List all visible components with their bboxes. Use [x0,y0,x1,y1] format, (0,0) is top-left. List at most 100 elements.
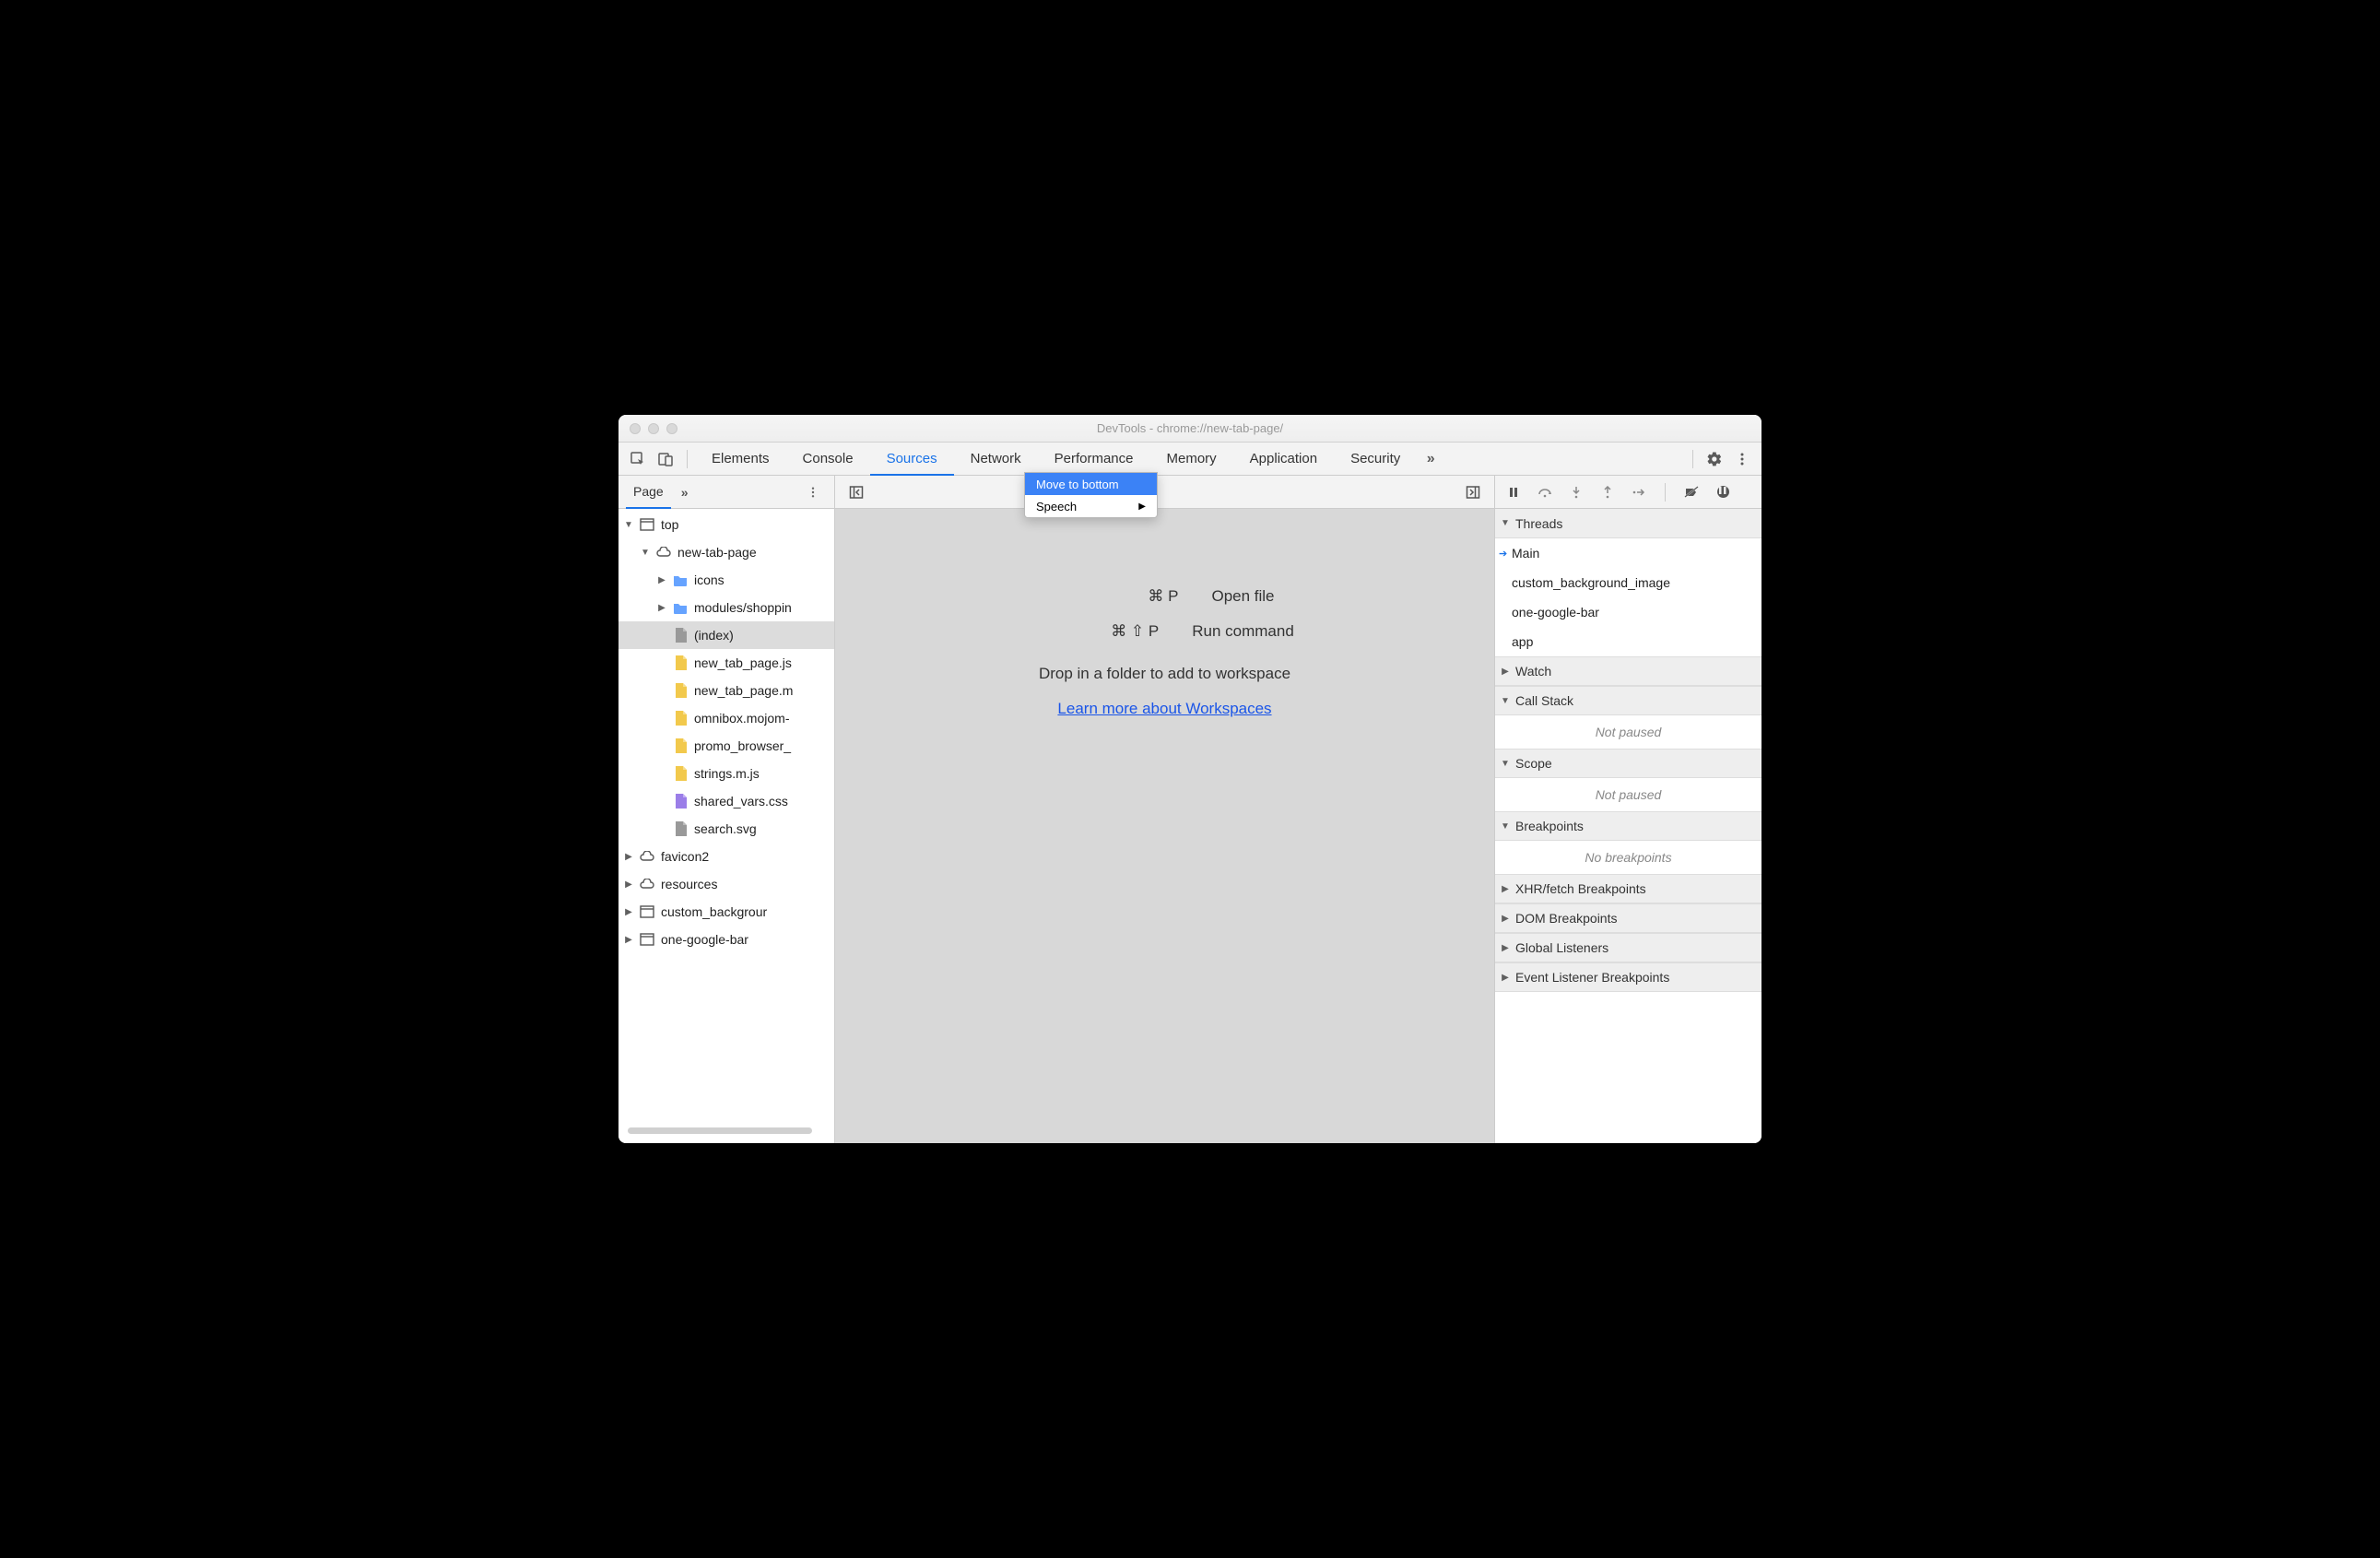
section-placeholder: Not paused [1495,778,1761,811]
gear-icon[interactable] [1701,445,1728,473]
tree-item[interactable]: ▼top [619,511,834,538]
section-label: Scope [1515,756,1552,771]
section-body: Not paused [1495,715,1761,749]
editor-toolbar [835,476,1494,509]
doc-yellow-icon [672,710,689,726]
tab-console[interactable]: Console [786,443,870,476]
tree-item-label: one-google-bar [661,932,748,947]
editor-panel: ⌘ P Open file ⌘ ⇧ P Run command Drop in … [835,476,1494,1143]
menu-move-to-bottom[interactable]: Move to bottom [1025,473,1157,495]
navigator-tabs: Page » [619,476,834,509]
thread-label: app [1512,634,1533,649]
collapse-navigator-icon[interactable] [842,478,870,506]
tab-security[interactable]: Security [1334,443,1417,476]
section-call-stack[interactable]: ▼Call Stack [1495,686,1761,715]
section-breakpoints[interactable]: ▼Breakpoints [1495,811,1761,841]
tree-item[interactable]: promo_browser_ [619,732,834,760]
kebab-icon[interactable] [1728,445,1756,473]
doc-yellow-icon [672,682,689,699]
tree-item[interactable]: search.svg [619,815,834,843]
tree-item[interactable]: ▶favicon2 [619,843,834,870]
disclosure-arrow-icon: ▶ [657,575,666,585]
tree-item[interactable]: strings.m.js [619,760,834,787]
section-dom-breakpoints[interactable]: ▶DOM Breakpoints [1495,903,1761,933]
thread-label: one-google-bar [1512,605,1599,620]
thread-row[interactable]: app [1495,627,1761,656]
section-global-listeners[interactable]: ▶Global Listeners [1495,933,1761,962]
more-tabs-icon[interactable]: » [1417,445,1444,473]
collapse-debugger-icon[interactable] [1459,478,1487,506]
tree-item-label: promo_browser_ [694,738,791,753]
tree-item[interactable]: omnibox.mojom- [619,704,834,732]
step-over-icon[interactable] [1532,478,1558,506]
tree-item[interactable]: ▶resources [619,870,834,898]
tree-item-label: new-tab-page [677,545,757,560]
subtab-page[interactable]: Page [626,476,671,509]
body: Page » ▼top ▼ new-tab-page ▶icons▶modules/s… [619,476,1761,1143]
pause-icon[interactable] [1501,478,1526,506]
tab-performance[interactable]: Performance [1038,443,1150,476]
section-body: No breakpoints [1495,841,1761,874]
menu-speech[interactable]: Speech ▶ [1025,495,1157,517]
workspaces-link[interactable]: Learn more about Workspaces [1057,700,1271,718]
thread-row[interactable]: one-google-bar [1495,597,1761,627]
more-subtabs-icon[interactable]: » [671,478,699,506]
step-out-icon[interactable] [1595,478,1620,506]
tree-item[interactable]: ▶modules/shoppin [619,594,834,621]
divider [687,450,688,468]
device-toggle-icon[interactable] [652,445,679,473]
tab-sources[interactable]: Sources [870,443,954,476]
thread-row[interactable]: ➔Main [1495,538,1761,568]
tree-item[interactable]: shared_vars.css [619,787,834,815]
left-panel: Page » ▼top ▼ new-tab-page ▶icons▶modules/s… [619,476,835,1143]
tree-item[interactable]: ▶custom_backgrour [619,898,834,926]
step-icon[interactable] [1626,478,1652,506]
tree-item-label: strings.m.js [694,766,760,781]
tab-application[interactable]: Application [1233,443,1334,476]
scrollbar[interactable] [628,1127,812,1134]
section-label: Global Listeners [1515,940,1608,955]
divider [1665,483,1666,502]
tree-item[interactable]: new_tab_page.js [619,649,834,677]
tab-elements[interactable]: Elements [695,443,786,476]
tree-item[interactable]: ▼ new-tab-page [619,538,834,566]
inspect-icon[interactable] [624,445,652,473]
tab-memory[interactable]: Memory [1150,443,1233,476]
section-threads[interactable]: ▼Threads [1495,509,1761,538]
disclosure-arrow-icon: ▼ [641,548,650,558]
zoom-icon[interactable] [666,423,677,434]
debugger-toolbar [1495,476,1761,509]
tree-item[interactable]: ▶one-google-bar [619,926,834,953]
section-scope[interactable]: ▼ Scope [1495,749,1761,778]
frame-icon [639,903,655,920]
deactivate-breakpoints-icon[interactable] [1679,478,1704,506]
disclosure-arrow-icon: ▶ [1501,667,1510,677]
thread-row[interactable]: custom_background_image [1495,568,1761,597]
close-icon[interactable] [630,423,641,434]
tree-item-label: new_tab_page.m [694,683,793,698]
section-xhr-fetch-breakpoints[interactable]: ▶XHR/fetch Breakpoints [1495,874,1761,903]
tab-network[interactable]: Network [954,443,1038,476]
pause-exceptions-icon[interactable] [1710,478,1736,506]
cloud-icon [639,848,655,865]
tree-item-label: (index) [694,628,734,643]
navigator-kebab-icon[interactable] [799,478,827,506]
tree-item[interactable]: new_tab_page.m [619,677,834,704]
section-watch[interactable]: ▶ Watch [1495,656,1761,686]
tree-item[interactable]: (index) [619,621,834,649]
disclosure-arrow-icon: ▶ [1501,914,1510,924]
frame-icon [639,516,655,533]
disclosure-arrow-icon: ▼ [1501,696,1510,706]
tree-item-label: resources [661,877,717,891]
section-label: Watch [1515,664,1551,679]
minimize-icon[interactable] [648,423,659,434]
section-event-listener-breakpoints[interactable]: ▶Event Listener Breakpoints [1495,962,1761,992]
tree-item[interactable]: ▶icons [619,566,834,594]
window-title: DevTools - chrome://new-tab-page/ [619,421,1761,435]
section-label: Breakpoints [1515,819,1584,833]
disclosure-arrow-icon: ▼ [1501,759,1510,769]
thread-label: Main [1512,546,1539,561]
step-into-icon[interactable] [1563,478,1589,506]
thread-label: custom_background_image [1512,575,1670,590]
tree-item-label: shared_vars.css [694,794,788,809]
